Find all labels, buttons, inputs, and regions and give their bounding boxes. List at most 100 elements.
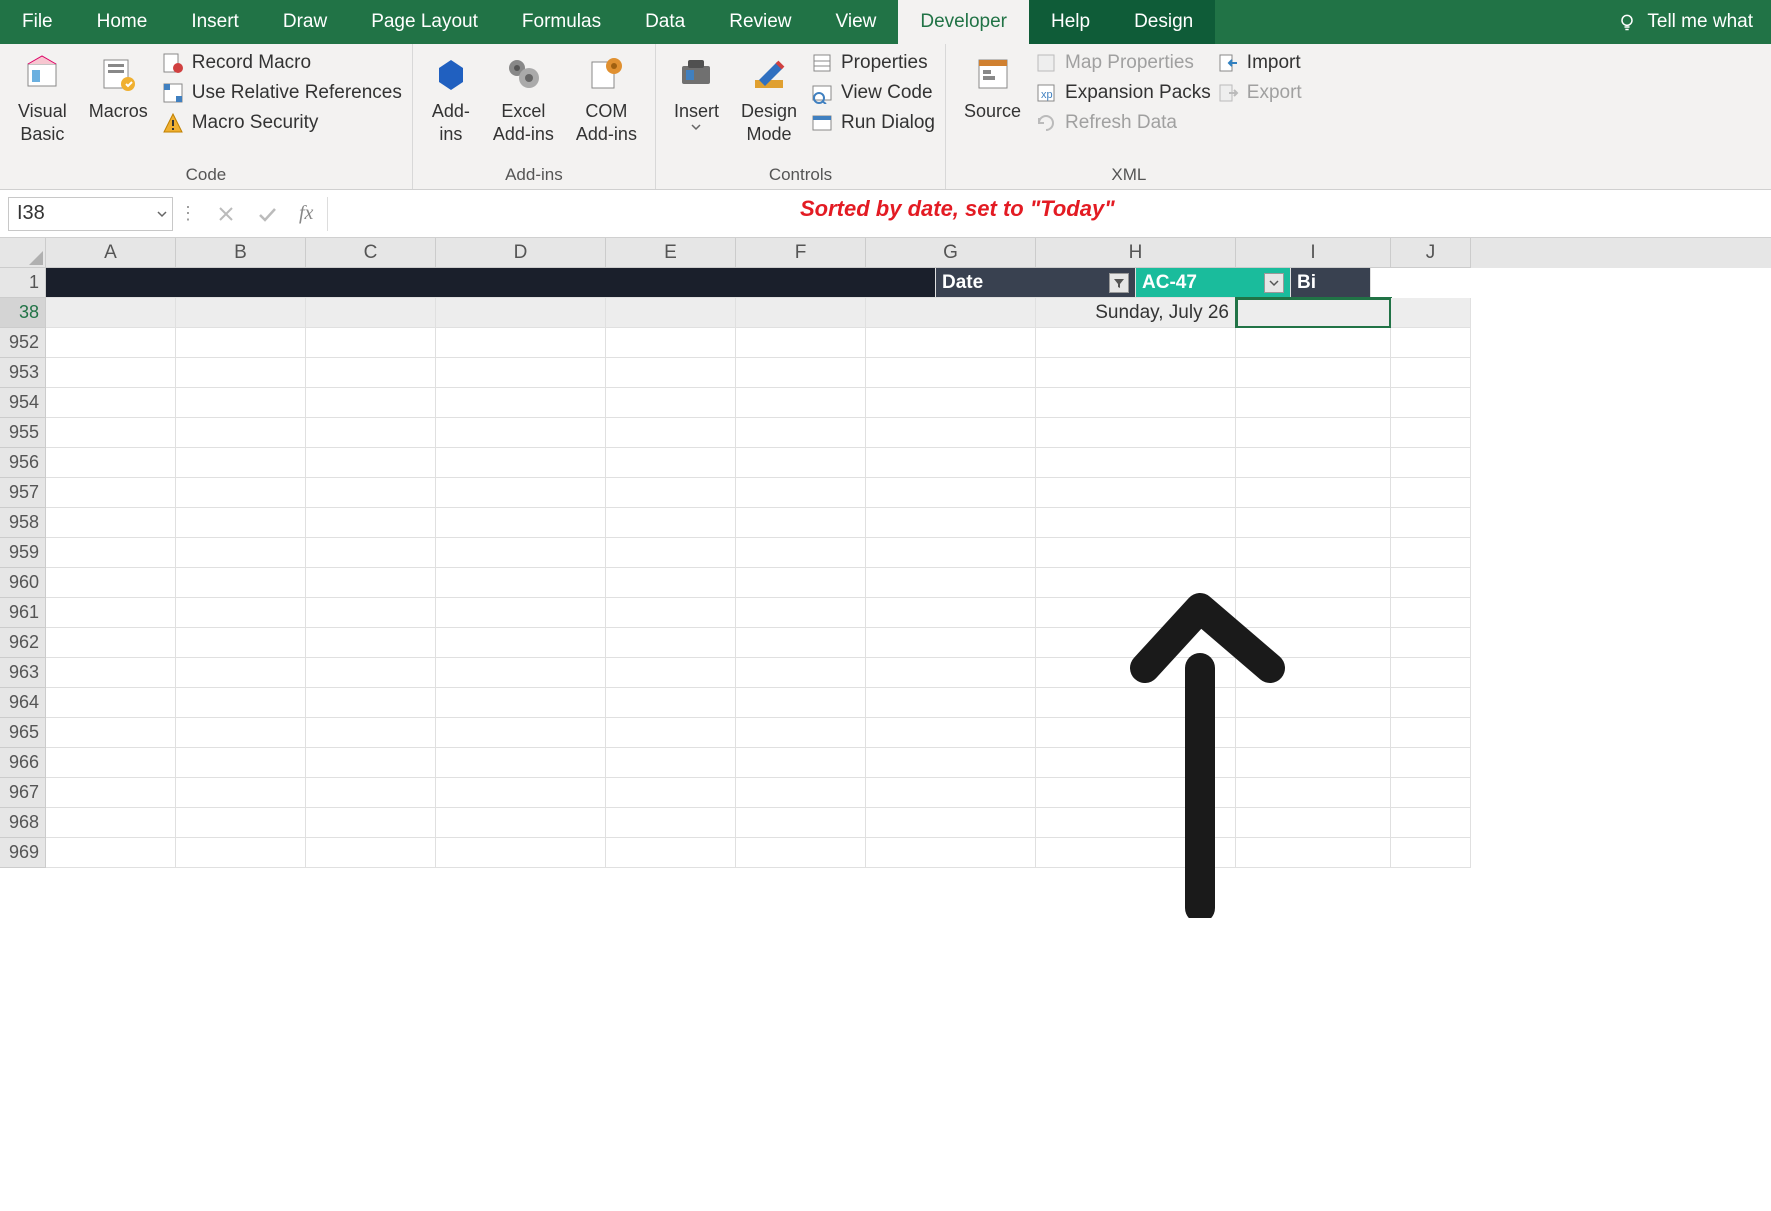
properties-button[interactable]: Properties — [811, 52, 935, 74]
cell[interactable] — [176, 478, 306, 508]
cell[interactable] — [866, 748, 1036, 778]
cell[interactable] — [1391, 508, 1471, 538]
tab-data[interactable]: Data — [623, 0, 707, 44]
cell[interactable] — [1236, 598, 1391, 628]
cell[interactable] — [1391, 478, 1471, 508]
row-header[interactable]: 965 — [0, 718, 46, 748]
cell[interactable] — [866, 538, 1036, 568]
cell[interactable] — [436, 808, 606, 838]
row-header-38[interactable]: 38 — [0, 298, 46, 328]
col-header-J-partial[interactable]: J — [1391, 238, 1471, 268]
cell-B38[interactable] — [176, 298, 306, 328]
cell[interactable] — [1236, 658, 1391, 688]
cell[interactable] — [736, 448, 866, 478]
cell[interactable] — [866, 388, 1036, 418]
cell[interactable] — [866, 658, 1036, 688]
col-header-C[interactable]: C — [306, 238, 436, 268]
cell[interactable] — [176, 388, 306, 418]
cell[interactable] — [606, 628, 736, 658]
cell[interactable] — [606, 568, 736, 598]
cell[interactable] — [1391, 718, 1471, 748]
import-button[interactable]: Import — [1217, 52, 1302, 74]
cell-F38[interactable] — [736, 298, 866, 328]
cell[interactable] — [1036, 538, 1236, 568]
cell[interactable] — [176, 538, 306, 568]
cell[interactable] — [736, 688, 866, 718]
cell[interactable] — [1036, 778, 1236, 808]
cell[interactable] — [46, 718, 176, 748]
tab-file[interactable]: File — [0, 0, 75, 44]
cell[interactable] — [46, 448, 176, 478]
cell[interactable] — [306, 508, 436, 538]
row-header[interactable]: 957 — [0, 478, 46, 508]
cell[interactable] — [1236, 328, 1391, 358]
cell[interactable] — [1236, 808, 1391, 838]
cell[interactable] — [436, 478, 606, 508]
cell[interactable] — [306, 358, 436, 388]
cell[interactable] — [1236, 628, 1391, 658]
cell[interactable] — [1036, 628, 1236, 658]
row-header[interactable]: 968 — [0, 808, 46, 838]
excel-addins-button[interactable]: Excel Add-ins — [485, 48, 562, 145]
cell[interactable] — [46, 838, 176, 868]
tab-view[interactable]: View — [814, 0, 899, 44]
cell[interactable] — [436, 628, 606, 658]
cell[interactable] — [866, 778, 1036, 808]
row-header[interactable]: 960 — [0, 568, 46, 598]
cell[interactable] — [1391, 778, 1471, 808]
export-button[interactable]: Export — [1217, 82, 1302, 104]
use-relative-references-button[interactable]: Use Relative References — [162, 82, 402, 104]
cell[interactable] — [1391, 628, 1471, 658]
cell[interactable] — [1391, 538, 1471, 568]
cell[interactable] — [736, 358, 866, 388]
formula-bar-handle[interactable]: ⋮ — [173, 203, 203, 224]
cell[interactable] — [1236, 448, 1391, 478]
cell[interactable] — [306, 538, 436, 568]
row-header[interactable]: 959 — [0, 538, 46, 568]
cell[interactable] — [176, 448, 306, 478]
col-header-A[interactable]: A — [46, 238, 176, 268]
cell[interactable] — [1036, 838, 1236, 868]
cell[interactable] — [436, 508, 606, 538]
tab-developer[interactable]: Developer — [898, 0, 1029, 44]
cell[interactable] — [736, 538, 866, 568]
row-header[interactable]: 955 — [0, 418, 46, 448]
cell[interactable] — [46, 598, 176, 628]
cell[interactable] — [1236, 538, 1391, 568]
cell[interactable] — [176, 598, 306, 628]
tab-page-layout[interactable]: Page Layout — [349, 0, 500, 44]
cell[interactable] — [606, 598, 736, 628]
cell[interactable] — [306, 598, 436, 628]
cell[interactable] — [306, 628, 436, 658]
macros-button[interactable]: Macros — [81, 48, 156, 123]
cell[interactable] — [1391, 388, 1471, 418]
visual-basic-button[interactable]: Visual Basic — [10, 48, 75, 145]
cell[interactable] — [606, 328, 736, 358]
cell-G38[interactable] — [866, 298, 1036, 328]
cell[interactable] — [606, 538, 736, 568]
cell[interactable] — [866, 418, 1036, 448]
cell[interactable] — [606, 688, 736, 718]
dropdown-filter-icon[interactable] — [1264, 273, 1284, 293]
cell[interactable] — [436, 568, 606, 598]
cell[interactable] — [606, 448, 736, 478]
enter-icon[interactable] — [257, 205, 277, 223]
cell[interactable] — [1236, 418, 1391, 448]
cell[interactable] — [1391, 658, 1471, 688]
cell[interactable] — [1236, 478, 1391, 508]
cell-D38[interactable] — [436, 298, 606, 328]
cell[interactable] — [306, 808, 436, 838]
row-header[interactable]: 958 — [0, 508, 46, 538]
cell[interactable] — [176, 568, 306, 598]
cell[interactable] — [866, 598, 1036, 628]
cell[interactable] — [46, 388, 176, 418]
cell[interactable] — [866, 688, 1036, 718]
fx-button[interactable]: fx — [299, 202, 313, 225]
col-header-B[interactable]: B — [176, 238, 306, 268]
row-header[interactable]: 966 — [0, 748, 46, 778]
tab-insert[interactable]: Insert — [169, 0, 261, 44]
source-button[interactable]: Source — [956, 48, 1029, 123]
cell[interactable] — [1391, 448, 1471, 478]
cell[interactable] — [46, 568, 176, 598]
cell[interactable] — [306, 568, 436, 598]
